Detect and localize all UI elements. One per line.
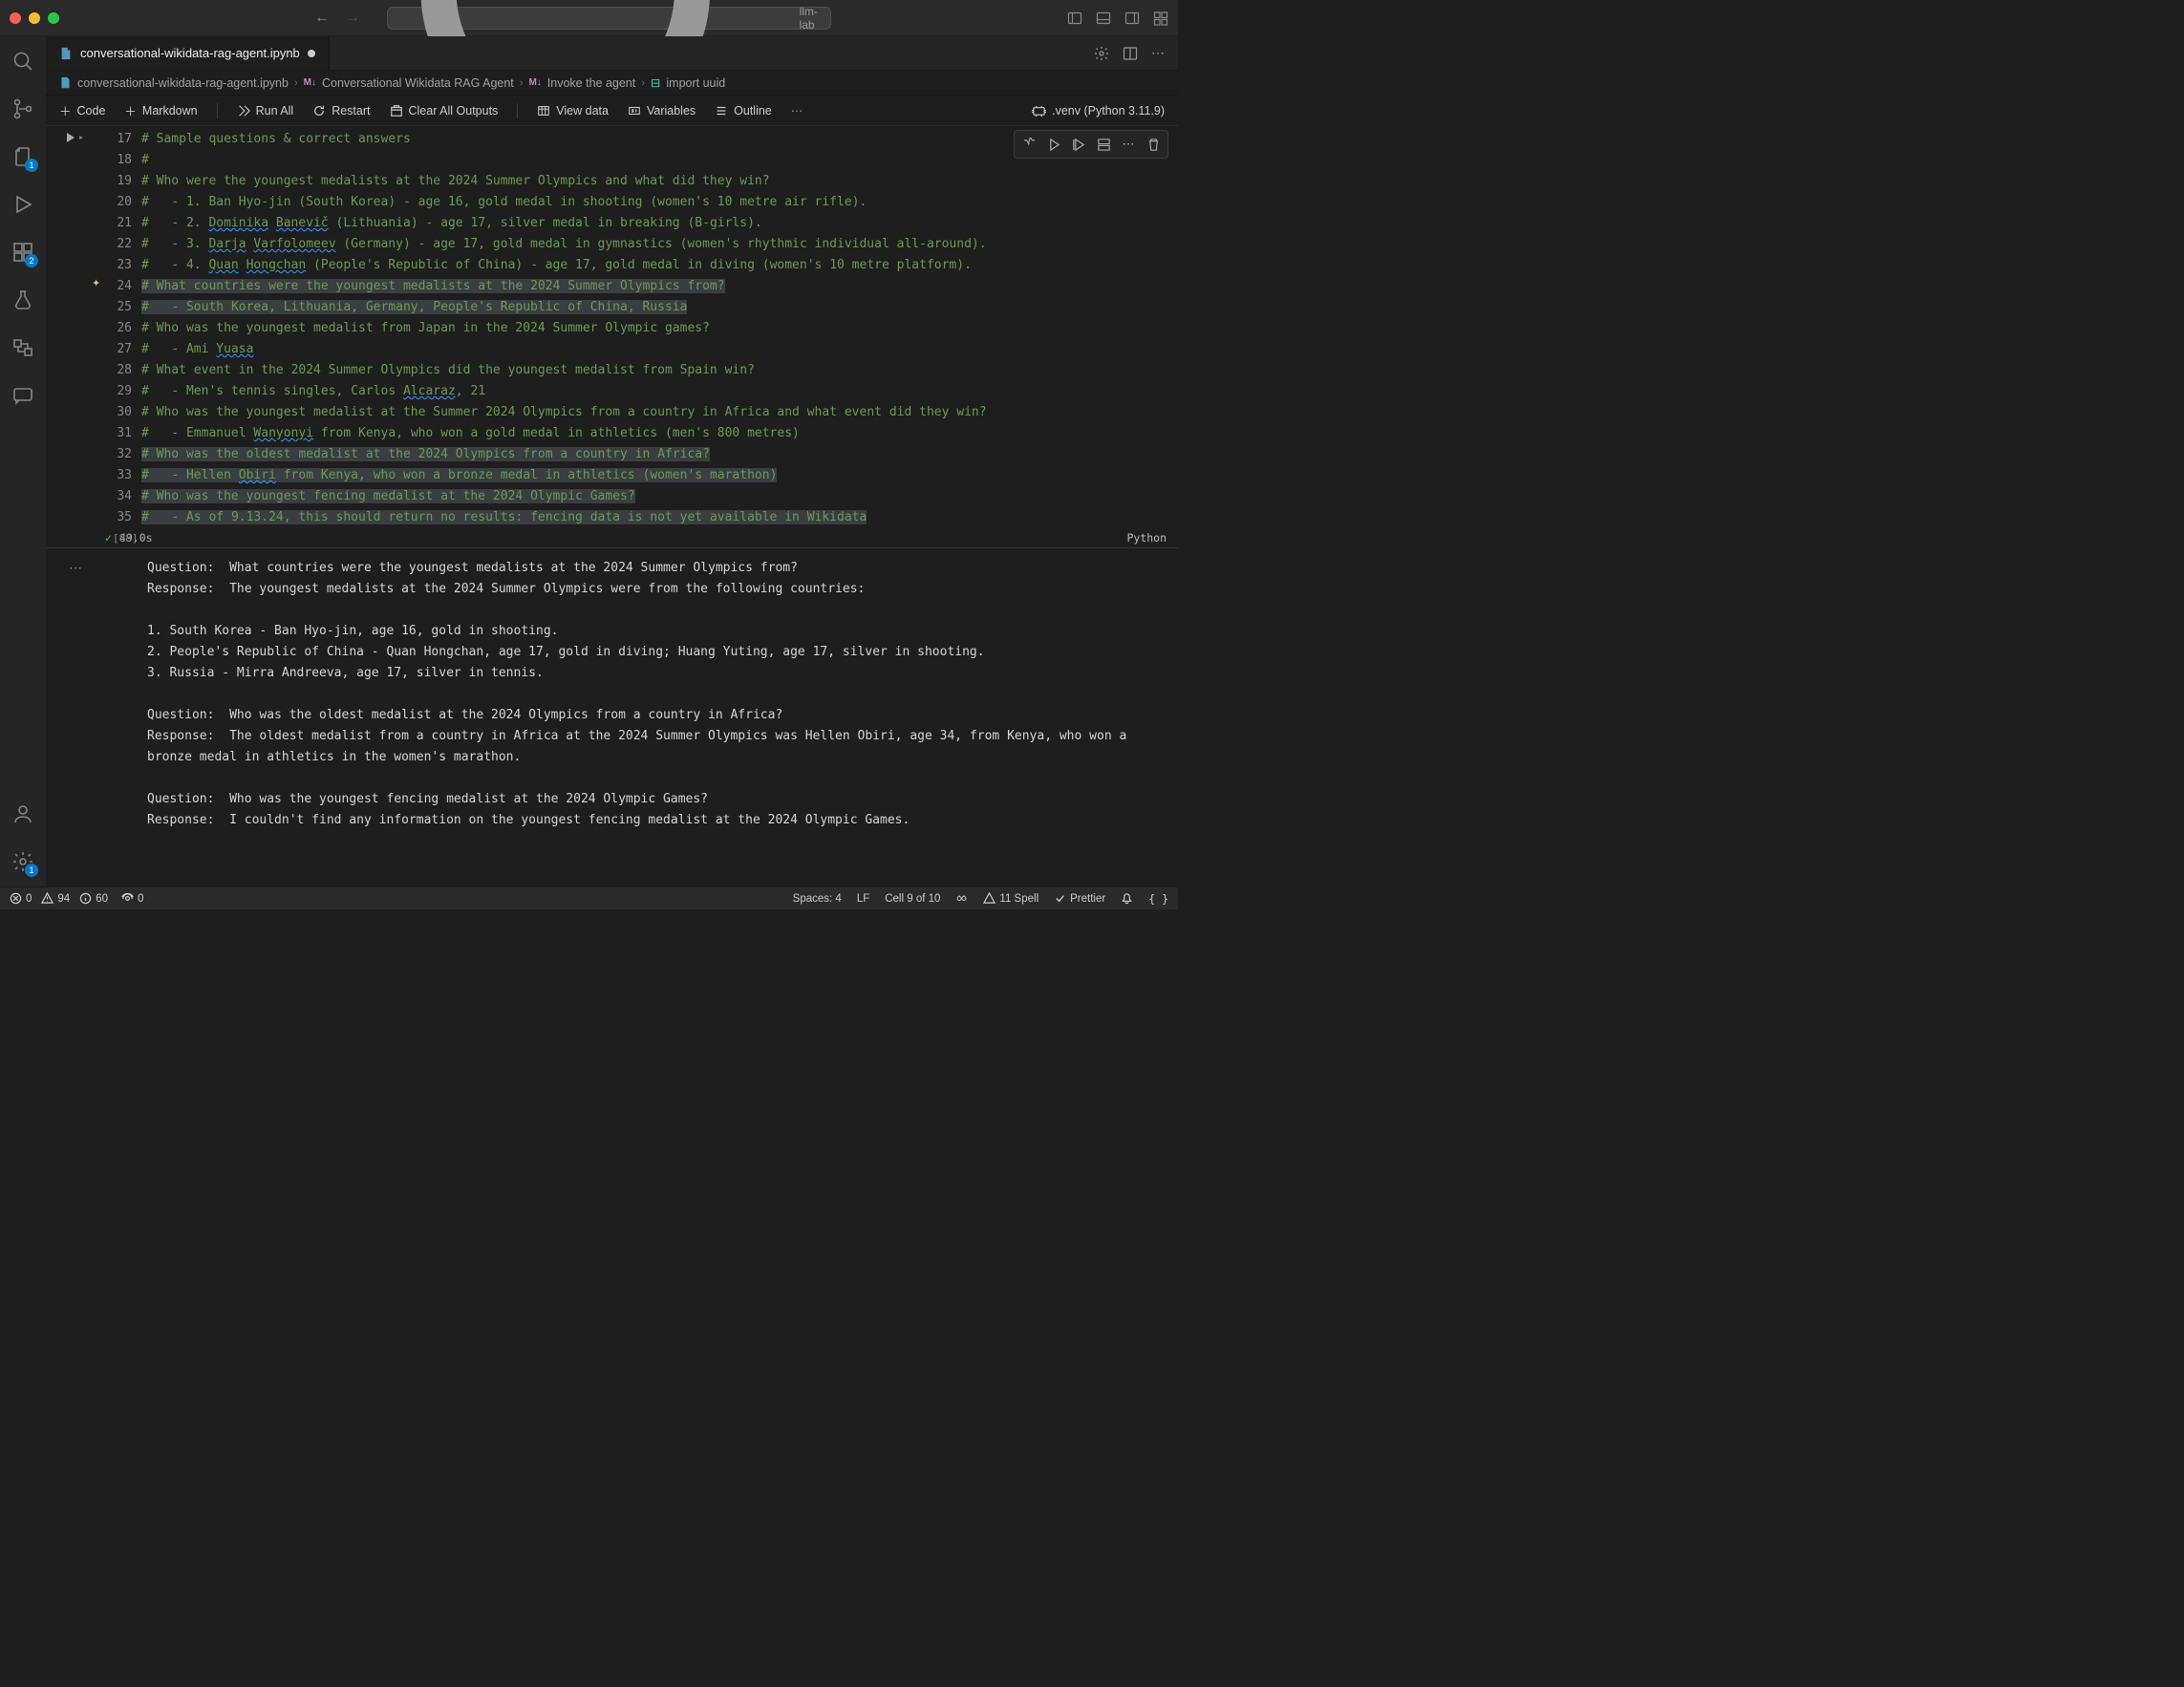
layout-customize-icon[interactable] [1153, 11, 1168, 26]
status-copilot-icon[interactable] [955, 892, 968, 905]
breadcrumb[interactable]: conversational-wikidata-rag-agent.ipynb … [46, 71, 1178, 96]
execution-count: [88] [113, 532, 139, 545]
status-bar: 0 94 60 0 Spaces: 4 LF Cell 9 of 10 11 S… [0, 886, 1178, 909]
back-button[interactable]: ← [314, 10, 330, 27]
settings-tab[interactable]: 1 [10, 848, 36, 875]
maximize-window[interactable] [48, 12, 59, 24]
namespace-icon: ⊟ [651, 75, 660, 90]
markdown-icon: M↓ [304, 77, 316, 88]
status-eol[interactable]: LF [857, 893, 869, 905]
variables-button[interactable]: Variables [628, 104, 696, 117]
status-indent[interactable]: Spaces: 4 [793, 893, 842, 905]
toolbar-more-icon[interactable]: ⋯ [791, 103, 803, 117]
code-cell[interactable]: ⋯ 17181920212223242526272829303132333435… [46, 126, 1178, 850]
add-markdown-button[interactable]: ＋Markdown [124, 101, 197, 119]
nav-arrows: ← → [314, 10, 360, 27]
chat-tab[interactable] [10, 382, 36, 409]
split-editor-icon[interactable] [1123, 46, 1138, 61]
breadcrumb-leaf: import uuid [666, 76, 725, 90]
jupyter-file-icon [59, 47, 73, 60]
status-spell[interactable]: 11 Spell [983, 892, 1038, 905]
search-label: llm-lab [800, 5, 830, 32]
line-numbers: 17181920212223242526272829303132333435 [105, 126, 141, 528]
breadcrumb-section2: Invoke the agent [547, 76, 635, 90]
run-cell-button[interactable] [65, 132, 86, 143]
accounts-tab[interactable] [10, 801, 36, 827]
breadcrumb-file: conversational-wikidata-rag-agent.ipynb [77, 76, 289, 90]
kernel-picker[interactable]: .venv (Python 3.11.9) [1032, 103, 1165, 117]
tab-filename: conversational-wikidata-rag-agent.ipynb [80, 46, 300, 60]
restart-button[interactable]: Restart [312, 104, 370, 117]
tab-notebook[interactable]: conversational-wikidata-rag-agent.ipynb [46, 36, 330, 70]
titlebar-layout-controls [1067, 11, 1168, 26]
titlebar: ← → llm-lab [0, 0, 1178, 36]
status-cell-position[interactable]: Cell 9 of 10 [885, 893, 940, 905]
activity-bar: 1 2 1 [0, 36, 46, 886]
explorer-badge: 1 [25, 159, 38, 172]
extensions-tab[interactable]: 2 [10, 239, 36, 266]
notebook-toolbar: ＋Code ＋Markdown Run All Restart Clear Al… [46, 96, 1178, 126]
output-text: Question: What countries were the younge… [105, 558, 1167, 831]
breadcrumb-section1: Conversational Wikidata RAG Agent [322, 76, 514, 90]
code-editor[interactable]: # Sample questions & correct answers## W… [141, 126, 1178, 528]
close-window[interactable] [10, 12, 21, 24]
layout-sidebar-left-icon[interactable] [1067, 11, 1082, 26]
search-tab[interactable] [10, 48, 36, 75]
source-control-tab[interactable] [10, 96, 36, 122]
cell-status-row: [88] ✓ 49.0s Python [46, 528, 1178, 548]
modified-line-icon: ✦ [92, 277, 100, 289]
status-braces-icon[interactable]: { } [1148, 892, 1168, 906]
status-problems[interactable]: 0 94 60 [10, 892, 108, 905]
markdown-icon: M↓ [528, 77, 541, 88]
status-bell-icon[interactable] [1121, 892, 1133, 905]
status-prettier[interactable]: Prettier [1054, 892, 1105, 905]
run-debug-tab[interactable] [10, 191, 36, 218]
settings-gear-icon[interactable] [1094, 46, 1109, 61]
extensions-badge: 2 [25, 254, 38, 267]
output-more-icon[interactable]: ⋯ [69, 560, 82, 575]
editor-tabs: conversational-wikidata-rag-agent.ipynb … [46, 36, 1178, 71]
cell-output: ⋯ Question: What countries were the youn… [46, 548, 1178, 850]
outline-button[interactable]: Outline [715, 104, 772, 117]
testing-tab[interactable] [10, 287, 36, 313]
cell-language[interactable]: Python [1126, 531, 1167, 545]
file-icon [59, 76, 72, 89]
add-code-button[interactable]: ＋Code [59, 101, 105, 119]
settings-badge: 1 [25, 864, 38, 877]
explorer-tab[interactable]: 1 [10, 143, 36, 170]
command-center[interactable]: llm-lab [387, 7, 831, 30]
layout-panel-icon[interactable] [1096, 11, 1111, 26]
minimize-window[interactable] [29, 12, 40, 24]
check-icon: ✓ [105, 531, 112, 545]
remote-tab[interactable] [10, 334, 36, 361]
layout-sidebar-right-icon[interactable] [1124, 11, 1140, 26]
more-actions-icon[interactable]: ⋯ [1151, 45, 1165, 61]
window-controls [10, 12, 59, 24]
forward-button[interactable]: → [345, 10, 360, 27]
run-all-button[interactable]: Run All [237, 104, 294, 117]
kernel-label: .venv (Python 3.11.9) [1052, 104, 1165, 117]
clear-outputs-button[interactable]: Clear All Outputs [390, 104, 499, 117]
tab-modified-dot-icon [308, 50, 315, 57]
status-ports[interactable]: 0 [121, 892, 143, 905]
view-data-button[interactable]: View data [537, 104, 609, 117]
